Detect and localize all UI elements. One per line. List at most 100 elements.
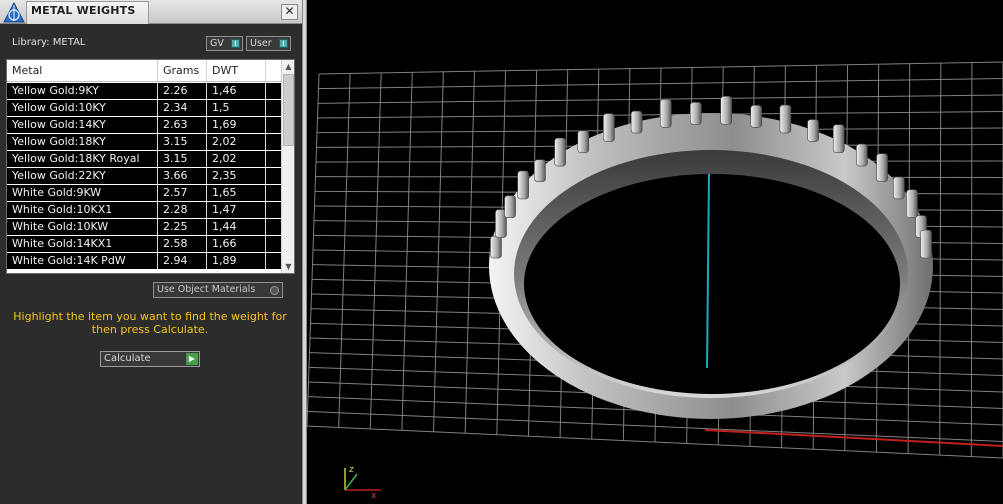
- cell-metal: Yellow Gold:10KY: [7, 100, 158, 116]
- gv-toggle-label: GV: [210, 38, 224, 49]
- prong: [554, 137, 566, 167]
- table-row[interactable]: Yellow Gold:14KY 2.63 1,69: [7, 117, 281, 134]
- cell-empty: [266, 219, 281, 235]
- cell-grams: 2.58: [158, 236, 207, 252]
- metal-table: Metal Grams DWT Yellow Gold:9KY 2.26 1,46 Y…: [6, 59, 295, 274]
- cell-metal: White Gold:10KW: [7, 219, 158, 235]
- cell-dwt: 1,44: [207, 219, 266, 235]
- cell-empty: [266, 117, 281, 133]
- table-row[interactable]: White Gold:9KW 2.57 1,65: [7, 185, 281, 202]
- cell-dwt: 1,69: [207, 117, 266, 133]
- cell-grams: 3.66: [158, 168, 207, 184]
- cell-metal: Yellow Gold:9KY: [7, 83, 158, 99]
- table-row[interactable]: Yellow Gold:10KY 2.34 1,5: [7, 100, 281, 117]
- cell-grams: 2.28: [158, 202, 207, 218]
- prong: [876, 153, 888, 182]
- table-row[interactable]: White Gold:14K PdW 2.94 1,89: [7, 253, 281, 270]
- prong: [807, 119, 819, 142]
- ring-model[interactable]: [489, 96, 933, 419]
- column-header-grams[interactable]: Grams: [158, 60, 207, 82]
- cell-grams: 2.94: [158, 253, 207, 269]
- scroll-thumb[interactable]: [283, 74, 294, 146]
- prong: [720, 96, 732, 125]
- axis-gizmo-icon: z x: [344, 465, 381, 501]
- panel-title-tab[interactable]: METAL WEIGHTS: [26, 1, 149, 24]
- cell-empty: [266, 202, 281, 218]
- close-icon: ✕: [284, 4, 295, 18]
- table-row[interactable]: Yellow Gold:18KY 3.15 2,02: [7, 134, 281, 151]
- prong: [630, 110, 643, 134]
- 3d-viewport[interactable]: z x: [307, 0, 1003, 504]
- calculate-button[interactable]: Calculate ▶: [100, 351, 200, 367]
- cell-metal: White Gold:10KX1: [7, 202, 158, 218]
- table-row[interactable]: White Gold:14KX1 2.58 1,66: [7, 236, 281, 253]
- toggle-indicator-icon: [279, 39, 288, 48]
- prong: [750, 104, 763, 128]
- ring-hole: [524, 174, 900, 394]
- cell-dwt: 2,02: [207, 134, 266, 150]
- prong: [534, 159, 546, 182]
- cell-metal: White Gold:14K PdW: [7, 253, 158, 269]
- table-row[interactable]: Yellow Gold:9KY 2.26 1,46: [7, 83, 281, 100]
- cell-metal: White Gold:14KX1: [7, 236, 158, 252]
- prong: [690, 102, 702, 125]
- svg-text:z: z: [349, 465, 354, 475]
- cell-dwt: 1,66: [207, 236, 266, 252]
- prong: [832, 124, 845, 153]
- cell-dwt: 1,46: [207, 83, 266, 99]
- table-row[interactable]: Yellow Gold:18KY Royal 3.15 2,02: [7, 151, 281, 168]
- cell-metal: White Gold:9KW: [7, 185, 158, 201]
- cell-empty: [266, 100, 281, 116]
- radio-icon[interactable]: [270, 286, 279, 295]
- cell-metal: Yellow Gold:18KY Royal: [7, 151, 158, 167]
- prong: [856, 143, 868, 167]
- cell-dwt: 1,47: [207, 202, 266, 218]
- prong: [504, 195, 516, 219]
- cell-dwt: 1,89: [207, 253, 266, 269]
- table-row[interactable]: White Gold:10KW 2.25 1,44: [7, 219, 281, 236]
- cell-empty: [266, 236, 281, 252]
- cell-empty: [266, 151, 281, 167]
- table-row[interactable]: White Gold:10KX1 2.28 1,47: [7, 202, 281, 219]
- cell-metal: Yellow Gold:14KY: [7, 117, 158, 133]
- library-label: Library: METAL: [12, 37, 86, 48]
- use-object-materials-label: Use Object Materials: [157, 284, 256, 295]
- calculate-label: Calculate: [104, 353, 151, 364]
- metal-weights-panel: METAL WEIGHTS ✕ Library: METAL GV User M…: [0, 0, 302, 504]
- cell-empty: [266, 83, 281, 99]
- table-scrollbar[interactable]: ▲ ▼: [281, 60, 294, 273]
- panel-titlebar: METAL WEIGHTS ✕: [0, 0, 302, 24]
- cell-grams: 2.63: [158, 117, 207, 133]
- cell-grams: 2.34: [158, 100, 207, 116]
- app-window: METAL WEIGHTS ✕ Library: METAL GV User M…: [0, 0, 1003, 504]
- svg-text:x: x: [371, 491, 377, 501]
- prong: [577, 130, 590, 153]
- scroll-up-icon[interactable]: ▲: [282, 60, 294, 73]
- cell-grams: 3.15: [158, 151, 207, 167]
- cell-dwt: 1,65: [207, 185, 266, 201]
- table-body: Yellow Gold:9KY 2.26 1,46 Yellow Gold:10KY 2…: [7, 83, 281, 273]
- gv-library-toggle[interactable]: GV: [206, 36, 243, 51]
- prong: [603, 113, 615, 142]
- cell-empty: [266, 253, 281, 269]
- toggle-indicator-icon: [231, 39, 240, 48]
- rhino-app-icon: [3, 1, 25, 23]
- user-library-toggle[interactable]: User: [246, 36, 291, 51]
- column-header-metal[interactable]: Metal: [7, 60, 158, 82]
- cell-empty: [266, 168, 281, 184]
- viewport-scene[interactable]: z x: [307, 0, 1003, 504]
- prong: [490, 235, 502, 259]
- cell-grams: 2.25: [158, 219, 207, 235]
- cell-metal: Yellow Gold:18KY: [7, 134, 158, 150]
- scroll-down-icon[interactable]: ▼: [282, 260, 294, 273]
- cell-dwt: 2,35: [207, 168, 266, 184]
- prong: [906, 189, 918, 219]
- play-arrow-icon: ▶: [186, 353, 198, 365]
- use-object-materials-option[interactable]: Use Object Materials: [153, 282, 283, 298]
- table-header: Metal Grams DWT: [7, 60, 281, 82]
- close-button[interactable]: ✕: [281, 4, 298, 20]
- column-header-dwt[interactable]: DWT: [207, 60, 266, 82]
- prong: [517, 170, 529, 200]
- table-row[interactable]: Yellow Gold:22KY 3.66 2,35: [7, 168, 281, 185]
- prong: [659, 98, 672, 128]
